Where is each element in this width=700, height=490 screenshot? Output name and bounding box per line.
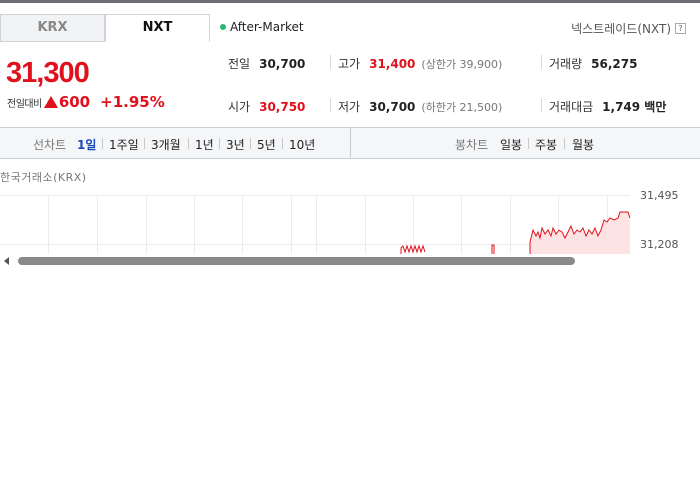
divider	[282, 138, 283, 149]
current-price: 31,300	[6, 57, 90, 89]
price-chart-svg	[0, 195, 631, 255]
divider	[144, 138, 145, 149]
controls-divider	[350, 128, 351, 158]
period-5y[interactable]: 5년	[257, 136, 276, 153]
change-amount: 600	[58, 93, 91, 111]
price-chart: 31,495 31,208	[0, 189, 700, 255]
stat-value: 31,400	[369, 57, 416, 71]
stat-volume: 거래량 56,275	[549, 55, 637, 72]
divider	[188, 138, 189, 149]
divider	[541, 55, 542, 69]
tab-nxt[interactable]: NXT	[105, 14, 210, 42]
stat-prev-close: 전일 30,700	[228, 55, 305, 72]
candle-chart-label: 봉차트	[455, 138, 489, 152]
stat-turnover: 거래대금 1,749 백만	[549, 98, 666, 115]
price-change: 전일대비 600 +1.95%	[7, 93, 165, 111]
change-label: 전일대비	[7, 98, 42, 110]
divider	[541, 98, 542, 112]
stat-low: 저가 30,700 (하한가 21,500)	[338, 98, 502, 115]
help-icon[interactable]: ?	[675, 23, 686, 34]
y-axis-label-mid: 31,208	[640, 238, 679, 251]
divider	[330, 98, 331, 112]
nxt-link-label: 넥스트레이드(NXT)	[571, 22, 671, 36]
line-chart-label: 선차트	[33, 138, 67, 152]
session-dot-icon	[220, 24, 226, 30]
stat-value: 30,750	[259, 100, 306, 114]
stat-value: 1,749 백만	[602, 100, 667, 114]
top-border	[0, 0, 700, 3]
divider	[564, 138, 565, 149]
stat-value: 30,700	[259, 57, 306, 71]
period-1y[interactable]: 1년	[195, 136, 214, 153]
stat-label: 저가	[338, 100, 361, 114]
stat-open: 시가 30,750	[228, 98, 305, 115]
change-percent: +1.95%	[100, 93, 165, 111]
chart-source: 한국거래소(KRX)	[0, 171, 87, 184]
stat-sub: (상한가 39,900)	[421, 58, 503, 71]
divider	[219, 138, 220, 149]
y-axis-label-max: 31,495	[640, 189, 679, 202]
stat-label: 고가	[338, 57, 361, 71]
tab-underline	[0, 41, 105, 42]
period-1w[interactable]: 1주일	[109, 136, 139, 153]
scroll-left-arrow-icon[interactable]	[4, 257, 9, 265]
stat-value: 30,700	[369, 100, 416, 114]
period-daily-candle[interactable]: 일봉	[500, 136, 522, 153]
stat-label: 거래량	[549, 57, 583, 71]
period-1d[interactable]: 1일	[77, 136, 96, 153]
session-label: After-Market	[230, 20, 304, 34]
period-weekly-candle[interactable]: 주봉	[535, 136, 557, 153]
stat-sub: (하한가 21,500)	[421, 101, 503, 114]
divider	[250, 138, 251, 149]
nxt-link[interactable]: 넥스트레이드(NXT) ?	[571, 20, 686, 37]
stat-high: 고가 31,400 (상한가 39,900)	[338, 55, 502, 72]
divider	[102, 138, 103, 149]
up-triangle-icon	[43, 96, 58, 108]
period-monthly-candle[interactable]: 월봉	[572, 136, 594, 153]
stat-label: 거래대금	[549, 100, 594, 114]
period-3m[interactable]: 3개월	[151, 136, 181, 153]
session-indicator: After-Market	[220, 20, 304, 34]
stat-label: 전일	[228, 57, 251, 71]
period-3y[interactable]: 3년	[226, 136, 245, 153]
period-10y[interactable]: 10년	[289, 136, 315, 153]
tab-krx[interactable]: KRX	[0, 14, 105, 42]
stat-value: 56,275	[591, 57, 638, 71]
divider	[330, 55, 331, 69]
scrollbar-thumb[interactable]	[18, 257, 575, 265]
divider	[528, 138, 529, 149]
section-divider	[0, 158, 700, 159]
stat-label: 시가	[228, 100, 251, 114]
